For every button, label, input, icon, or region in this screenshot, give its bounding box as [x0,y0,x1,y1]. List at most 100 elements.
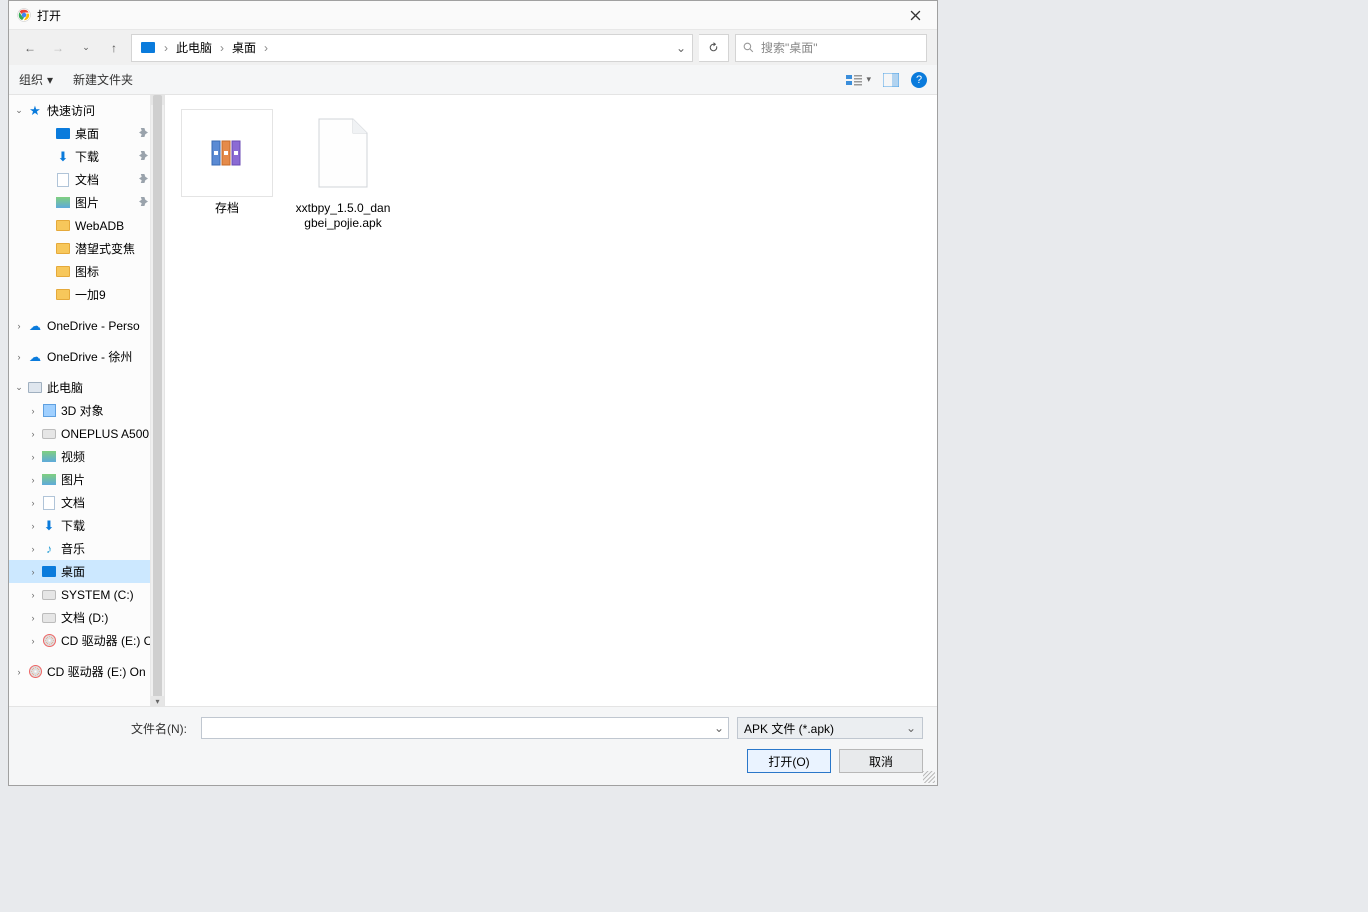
tree-item[interactable]: ·一加9 [9,283,164,306]
expander-icon[interactable]: › [27,429,39,439]
organize-dropdown[interactable]: 组织 ▾ [19,71,53,88]
address-dropdown-icon[interactable]: ⌄ [676,41,686,55]
search-input[interactable]: 搜索"桌面" [735,34,927,62]
folder-icon [55,287,71,303]
open-button[interactable]: 打开(O) [747,749,831,773]
blue-icon [41,564,57,580]
pin-icon [139,151,148,163]
filename-label: 文件名(N): [23,720,193,737]
file-list[interactable]: 存档 xxtbpy_1.5.0_dangbei_pojie.apk [165,95,937,706]
file-open-dialog: 打开 ← → ⌄ ↑ › 此电脑 › 桌面 › ⌄ 搜索"桌面" 组织 [8,0,938,786]
forward-button[interactable]: → [47,37,69,59]
view-mode-dropdown[interactable]: ▾ [846,73,871,87]
chevron-down-icon: ▾ [866,74,871,85]
tree-item-label: 音乐 [61,540,85,557]
tree-item[interactable]: ›桌面 [9,560,164,583]
scrollbar-thumb[interactable] [153,95,162,705]
doc-icon [55,172,71,188]
tree-item-label: 文档 [61,494,85,511]
expander-icon[interactable]: › [27,567,39,577]
expander-icon[interactable]: › [27,406,39,416]
tree-item-label: 此电脑 [47,379,83,396]
expander-icon[interactable]: › [27,590,39,600]
tree-item[interactable]: ·桌面 [9,122,164,145]
tree-item[interactable]: ·⬇下载 [9,145,164,168]
folder-item[interactable]: 存档 [179,109,275,692]
tree-item-label: OneDrive - Perso [47,319,140,333]
expander-icon[interactable]: ⌄ [13,105,25,116]
tree-item[interactable]: › 文档 [9,491,164,514]
tree-item-label: 桌面 [75,125,99,142]
resize-grip[interactable] [923,771,935,783]
back-button[interactable]: ← [19,37,41,59]
tree-item[interactable]: ·图标 [9,260,164,283]
nav-tree[interactable]: ⌄★快速访问·桌面·⬇下载·文档·图片·WebADB·潜望式变焦·图标·一加9 ›… [9,95,164,706]
tree-item[interactable]: ›图片 [9,468,164,491]
refresh-button[interactable] [699,34,729,62]
breadcrumb-root[interactable]: 此电脑 [172,37,216,58]
cancel-button[interactable]: 取消 [839,749,923,773]
expander-icon[interactable]: › [27,475,39,485]
expander-icon[interactable]: › [27,636,39,646]
file-icon [297,109,389,197]
close-button[interactable] [901,4,929,26]
tree-item[interactable]: ·文档 [9,168,164,191]
tree-item[interactable]: ›SYSTEM (C:) [9,583,164,606]
file-label: xxtbpy_1.5.0_dangbei_pojie.apk [295,201,391,231]
preview-pane-toggle[interactable] [883,73,899,87]
tree-item[interactable]: › CD 驱动器 (E:) C [9,629,164,652]
filename-history-dropdown[interactable]: ⌄ [714,721,724,735]
address-bar[interactable]: › 此电脑 › 桌面 › ⌄ [131,34,693,62]
tree-item[interactable]: ·潜望式变焦 [9,237,164,260]
tree-item[interactable]: ›ONEPLUS A500 [9,422,164,445]
expander-icon[interactable]: › [13,667,25,677]
cloud-icon: ☁ [27,318,43,334]
tree-item[interactable]: ›♪音乐 [9,537,164,560]
recent-dropdown[interactable]: ⌄ [75,37,97,59]
tree-item[interactable]: ›3D 对象 [9,399,164,422]
chrome-icon [17,8,31,22]
search-icon [742,41,755,54]
tree-item[interactable]: ⌄★快速访问 [9,99,164,122]
up-button[interactable]: ↑ [103,37,125,59]
tree-item[interactable]: ›⬇下载 [9,514,164,537]
pic-icon [41,472,57,488]
expander-icon[interactable]: › [27,613,39,623]
help-button[interactable]: ? [911,72,927,88]
scroll-down-arrow[interactable]: ▾ [151,696,164,706]
tree-item[interactable]: ›☁OneDrive - 徐州 [9,345,164,368]
tree-item[interactable]: ›文档 (D:) [9,606,164,629]
new-folder-button[interactable]: 新建文件夹 [73,71,133,88]
tree-item-label: 下载 [61,517,85,534]
3d-icon [41,403,57,419]
folder-icon [55,264,71,280]
filename-input[interactable]: ⌄ [201,717,729,739]
tree-item[interactable]: ·图片 [9,191,164,214]
cloud-icon: ☁ [27,349,43,365]
tree-item[interactable]: ›CD 驱动器 (E:) On [9,660,164,683]
folder-icon [181,109,273,197]
tree-item[interactable]: ⌄ 此电脑 [9,376,164,399]
expander-icon[interactable]: › [13,321,25,331]
expander-icon[interactable]: ⌄ [13,382,25,393]
file-item[interactable]: xxtbpy_1.5.0_dangbei_pojie.apk [295,109,391,692]
expander-icon[interactable]: › [27,521,39,531]
footer: 文件名(N): ⌄ APK 文件 (*.apk) ⌄ 打开(O) 取消 [9,706,937,785]
file-type-select[interactable]: APK 文件 (*.apk) ⌄ [737,717,923,739]
breadcrumb-current[interactable]: 桌面 [228,37,260,58]
view-icon [846,73,862,87]
tree-item-label: 文档 [75,171,99,188]
tree-item[interactable]: ›视频 [9,445,164,468]
tree-item-label: CD 驱动器 (E:) C [61,632,152,649]
breadcrumb-sep-icon: › [264,41,268,55]
tree-item-label: 下载 [75,148,99,165]
file-type-value: APK 文件 (*.apk) [744,720,834,737]
expander-icon[interactable]: › [13,352,25,362]
expander-icon[interactable]: › [27,452,39,462]
sidebar-scrollbar[interactable]: ▴ ▾ [150,95,164,706]
tree-item[interactable]: ›☁ OneDrive - Perso [9,314,164,337]
expander-icon[interactable]: › [27,544,39,554]
expander-icon[interactable]: › [27,498,39,508]
drive-icon [41,587,57,603]
tree-item[interactable]: ·WebADB [9,214,164,237]
